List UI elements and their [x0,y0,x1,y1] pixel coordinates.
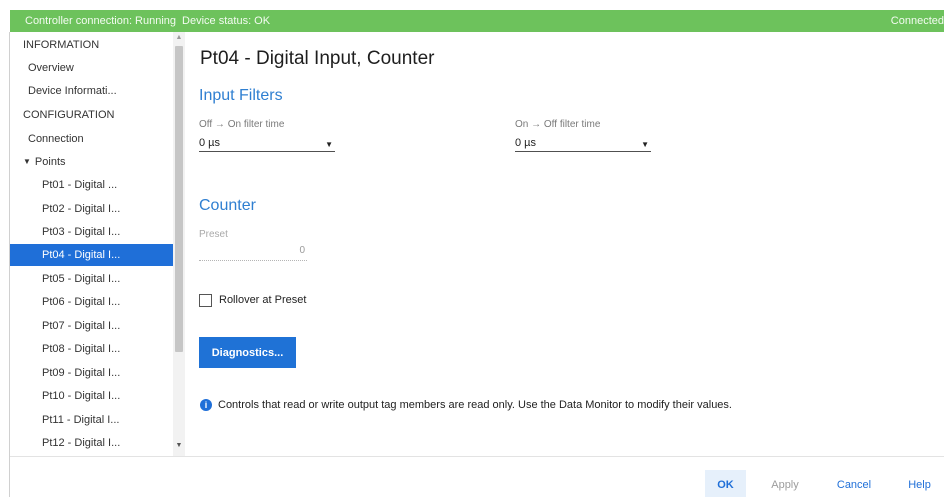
footer-divider [10,456,944,457]
sidebar-item-pt09[interactable]: Pt09 - Digital I... [10,362,173,384]
scroll-up-icon[interactable]: ▲ [173,34,185,41]
sidebar-item-label: Pt08 - Digital I... [42,343,121,355]
sidebar-item-label: Pt07 - Digital I... [42,320,121,332]
sidebar-item-pt06[interactable]: Pt06 - Digital I... [10,291,173,313]
rollover-label: Rollover at Preset [219,294,307,306]
off-on-filter-label: Off → On filter time [199,119,285,130]
input-filters-heading: Input Filters [199,87,283,104]
sidebar-item-label: Pt10 - Digital I... [42,390,121,402]
sidebar-item-label: Pt06 - Digital I... [42,296,121,308]
sidebar-item-pt10[interactable]: Pt10 - Digital I... [10,385,173,407]
triangle-down-icon[interactable]: ▼ [23,157,31,166]
sidebar-item-pt11[interactable]: Pt11 - Digital I... [10,409,173,431]
diagnostics-button[interactable]: Diagnostics... [199,337,296,368]
sidebar-item-pt05[interactable]: Pt05 - Digital I... [10,268,173,290]
sidebar-item-points[interactable]: ▼ Points [10,151,173,173]
sidebar-item-label: Pt05 - Digital I... [42,273,121,285]
sidebar-item-pt04[interactable]: Pt04 - Digital I... [10,244,173,266]
info-icon: i [200,399,212,411]
sidebar-item-label: Pt01 - Digital ... [42,179,118,191]
rollover-checkbox-row[interactable]: Rollover at Preset [199,292,306,308]
caret-down-icon: ▼ [641,140,649,149]
sidebar-item-label: Overview [28,62,74,74]
sidebar-item-pt02[interactable]: Pt02 - Digital I... [10,198,173,220]
apply-button[interactable]: Apply [760,470,810,497]
sidebar-item-label: Pt02 - Digital I... [42,203,121,215]
connected-status: Connected [890,15,944,27]
sidebar-item-connection[interactable]: Connection [10,128,173,150]
sidebar-item-label: Pt12 - Digital I... [42,437,121,449]
off-on-filter-select[interactable]: 0 µs ▼ [199,136,335,152]
off-on-filter-value: 0 µs [199,137,221,149]
on-off-filter-value: 0 µs [515,137,537,149]
counter-heading: Counter [199,197,256,214]
sidebar-item-device-information[interactable]: Device Informati... [10,80,173,102]
sidebar-item-pt01[interactable]: Pt01 - Digital ... [10,174,173,196]
ok-button[interactable]: OK [705,470,746,497]
sidebar-item-pt08[interactable]: Pt08 - Digital I... [10,338,173,360]
controller-connection-status: Controller connection: Running [25,15,177,27]
sidebar-item-label: INFORMATION [23,39,100,51]
status-bar: Controller connection: Running Device st… [10,10,944,32]
sidebar-item-label: Device Informati... [28,85,117,97]
preset-label: Preset [199,229,228,240]
on-off-filter-select[interactable]: 0 µs ▼ [515,136,651,152]
device-status: Device status: OK [182,15,271,27]
sidebar-item-label: Pt03 - Digital I... [42,226,121,238]
sidebar-item-pt03[interactable]: Pt03 - Digital I... [10,221,173,243]
sidebar-section-information: INFORMATION [10,34,173,56]
cancel-button[interactable]: Cancel [826,470,882,497]
sidebar-item-pt07[interactable]: Pt07 - Digital I... [10,315,173,337]
preset-input: 0 [199,245,307,261]
caret-down-icon: ▼ [325,140,333,149]
on-off-filter-label: On → Off filter time [515,119,601,130]
sidebar-item-label: Connection [28,133,84,145]
sidebar-item-overview[interactable]: Overview [10,57,173,79]
scrollbar-thumb[interactable] [175,46,183,352]
sidebar-item-label: CONFIGURATION [23,109,115,121]
main-content: Pt04 - Digital Input, Counter Input Filt… [185,32,944,456]
sidebar-item-label: Pt04 - Digital I... [42,249,121,261]
sidebar: INFORMATION Overview Device Informati...… [10,32,173,456]
sidebar-item-label: Pt09 - Digital I... [42,367,121,379]
help-button[interactable]: Help [897,470,942,497]
sidebar-item-label: Pt11 - Digital I... [42,414,120,426]
info-text: Controls that read or write output tag m… [218,399,732,411]
scroll-down-icon[interactable]: ▼ [173,442,185,449]
sidebar-item-pt12[interactable]: Pt12 - Digital I... [10,432,173,454]
sidebar-section-configuration: CONFIGURATION [10,104,173,126]
sidebar-item-label: Points [34,156,66,168]
info-message: i Controls that read or write output tag… [200,399,732,411]
rollover-checkbox[interactable] [199,293,212,307]
sidebar-scrollbar[interactable]: ▲ ▼ [173,32,185,456]
page-title: Pt04 - Digital Input, Counter [200,48,435,69]
